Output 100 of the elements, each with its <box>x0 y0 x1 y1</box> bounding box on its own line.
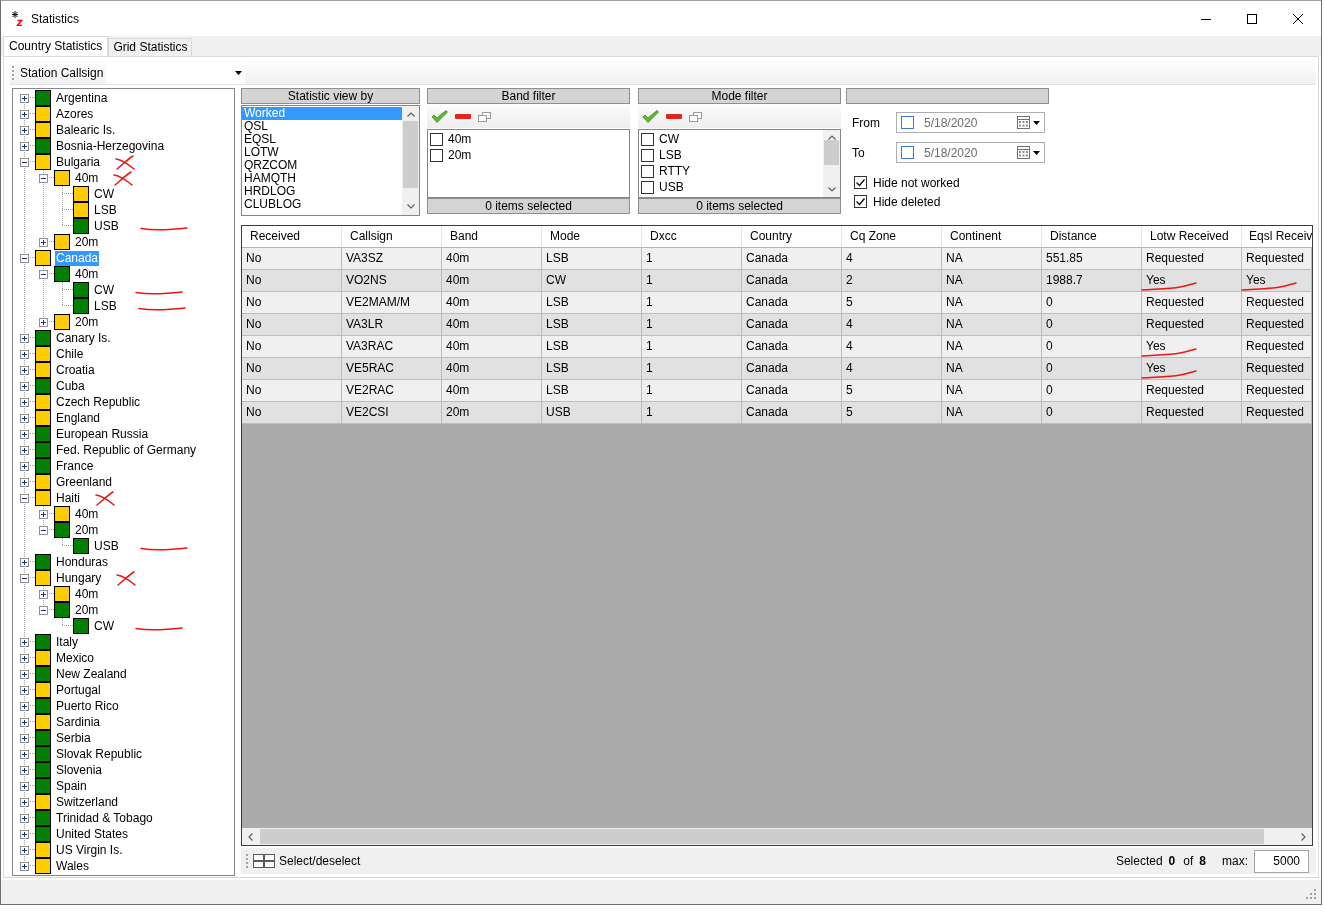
tree-item[interactable]: Balearic Is. <box>55 122 117 138</box>
tree-item[interactable]: CW <box>93 186 115 202</box>
tree-item[interactable]: Spain <box>55 778 88 794</box>
checkbox[interactable] <box>901 146 914 159</box>
tree-item[interactable]: Fed. Republic of Germany <box>55 442 198 458</box>
tree-item[interactable]: New Zealand <box>55 666 128 682</box>
tree-item[interactable]: US Virgin Is. <box>55 842 124 858</box>
tree-item[interactable]: Bosnia-Herzegovina <box>55 138 166 154</box>
tree-item[interactable]: Hungary <box>55 570 103 586</box>
tree-item[interactable]: European Russia <box>55 426 150 442</box>
expand-icon[interactable] <box>20 845 29 855</box>
scroll-down-icon[interactable] <box>406 204 415 209</box>
maximize-icon[interactable] <box>1247 13 1257 24</box>
tree-item[interactable]: 40m <box>74 266 100 282</box>
checkbox-label[interactable]: USB <box>659 180 684 194</box>
expand-icon[interactable] <box>20 717 29 727</box>
scroll-right-icon[interactable] <box>1301 832 1306 841</box>
expand-icon[interactable] <box>20 653 29 663</box>
tree-item[interactable]: 40m <box>74 506 100 522</box>
scroll-up-icon[interactable] <box>406 112 415 117</box>
table-row[interactable]: No VA3RAC 40m LSB 1 Canada 4 NA 0 Yes Requested <box>242 336 1312 358</box>
table-row[interactable]: No VE5RAC 40m LSB 1 Canada 4 NA 0 Yes Requested <box>242 358 1312 380</box>
expand-icon[interactable] <box>39 509 48 519</box>
collapse-icon[interactable] <box>39 269 48 279</box>
vertical-scrollbar[interactable] <box>823 130 840 197</box>
expand-icon[interactable] <box>20 109 29 119</box>
table-row[interactable]: No VE2RAC 40m LSB 1 Canada 5 NA 0 Requested Requested <box>242 380 1312 402</box>
date-field[interactable]: 5/18/2020 <box>896 112 1045 133</box>
list-item[interactable]: LOTW <box>242 146 402 159</box>
tree-item[interactable]: Cuba <box>55 378 86 394</box>
tree-item[interactable]: Azores <box>55 106 95 122</box>
checkbox[interactable] <box>641 148 654 162</box>
expand-icon[interactable] <box>20 397 29 407</box>
tree-item[interactable]: Serbia <box>55 730 92 746</box>
collapse-icon[interactable] <box>20 157 29 167</box>
calendar-icon[interactable] <box>1017 146 1030 159</box>
checkbox[interactable] <box>641 164 654 178</box>
tree-item[interactable]: Sardinia <box>55 714 102 730</box>
resize-grip-icon[interactable] <box>1306 889 1316 899</box>
table-row[interactable]: No VO2NS 40m CW 1 Canada 2 NA 1988.7 Yes Yes <box>242 270 1312 292</box>
checkbox[interactable] <box>430 148 443 162</box>
tree-item[interactable]: France <box>55 458 95 474</box>
expand-icon[interactable] <box>20 461 29 471</box>
table-row[interactable]: No VE2CSI 20m USB 1 Canada 5 NA 0 Requested Requested <box>242 402 1312 424</box>
expand-icon[interactable] <box>20 477 29 487</box>
checkbox[interactable] <box>854 195 867 208</box>
checkbox[interactable] <box>641 180 654 194</box>
tree-item[interactable]: Chile <box>55 346 85 362</box>
tree-item[interactable]: 20m <box>74 234 100 250</box>
expand-icon[interactable] <box>39 317 48 327</box>
table-row[interactable]: No VE2MAM/M 40m LSB 1 Canada 5 NA 0 Requested Requested <box>242 292 1312 314</box>
list-item[interactable]: HRDLOG <box>242 185 402 198</box>
checkbox-label[interactable]: 20m <box>448 148 472 162</box>
tree-item[interactable]: Croatia <box>55 362 96 378</box>
expand-icon[interactable] <box>20 813 29 823</box>
tree-item[interactable]: 20m <box>74 314 100 330</box>
caret-icon[interactable] <box>1033 150 1040 155</box>
scrollbar-thumb[interactable] <box>260 829 1264 844</box>
tree-item[interactable]: Bulgaria <box>55 154 102 170</box>
list-item[interactable]: HAMQTH <box>242 172 402 185</box>
scrollbar-thumb[interactable] <box>824 140 839 165</box>
tree-item[interactable]: 20m <box>74 602 100 618</box>
tree-item[interactable]: Italy <box>55 634 79 650</box>
expand-icon[interactable] <box>20 861 29 871</box>
expand-icon[interactable] <box>20 749 29 759</box>
stacked-squares-icon[interactable] <box>689 111 702 122</box>
tree-item[interactable]: USB <box>93 538 120 554</box>
tab[interactable]: Grid Statistics <box>108 38 193 56</box>
tree-item[interactable]: CW <box>93 618 115 634</box>
collapse-icon[interactable] <box>39 605 48 615</box>
collapse-icon[interactable] <box>39 173 48 183</box>
collapse-icon[interactable] <box>20 573 29 583</box>
expand-icon[interactable] <box>20 781 29 791</box>
tree-item[interactable]: England <box>55 410 102 426</box>
tree-item[interactable]: Puerto Rico <box>55 698 120 714</box>
tree-item[interactable]: Greenland <box>55 474 114 490</box>
caret-icon[interactable] <box>235 70 243 75</box>
expand-icon[interactable] <box>20 333 29 343</box>
list-item[interactable]: EQSL <box>242 133 402 146</box>
expand-icon[interactable] <box>20 637 29 647</box>
tree-item[interactable]: Slovenia <box>55 762 104 778</box>
date-field[interactable]: 5/18/2020 <box>896 142 1045 163</box>
expand-icon[interactable] <box>20 685 29 695</box>
tree-item[interactable]: 40m <box>74 170 100 186</box>
tab[interactable]: Country Statistics <box>3 36 109 56</box>
expand-icon[interactable] <box>20 93 29 103</box>
tree-item[interactable]: 20m <box>74 522 100 538</box>
expand-icon[interactable] <box>20 733 29 743</box>
calendar-icon[interactable] <box>1017 116 1030 129</box>
checkbox[interactable] <box>854 176 867 189</box>
expand-icon[interactable] <box>20 141 29 151</box>
close-icon[interactable] <box>1293 13 1303 24</box>
tree-item[interactable]: 40m <box>74 586 100 602</box>
scroll-down-icon[interactable] <box>827 187 836 192</box>
horizontal-scrollbar[interactable] <box>242 828 1312 845</box>
expand-icon[interactable] <box>20 429 29 439</box>
caret-icon[interactable] <box>1033 120 1040 125</box>
expand-icon[interactable] <box>20 125 29 135</box>
tree-item[interactable]: Switzerland <box>55 794 120 810</box>
list-item[interactable]: QRZCOM <box>242 159 402 172</box>
